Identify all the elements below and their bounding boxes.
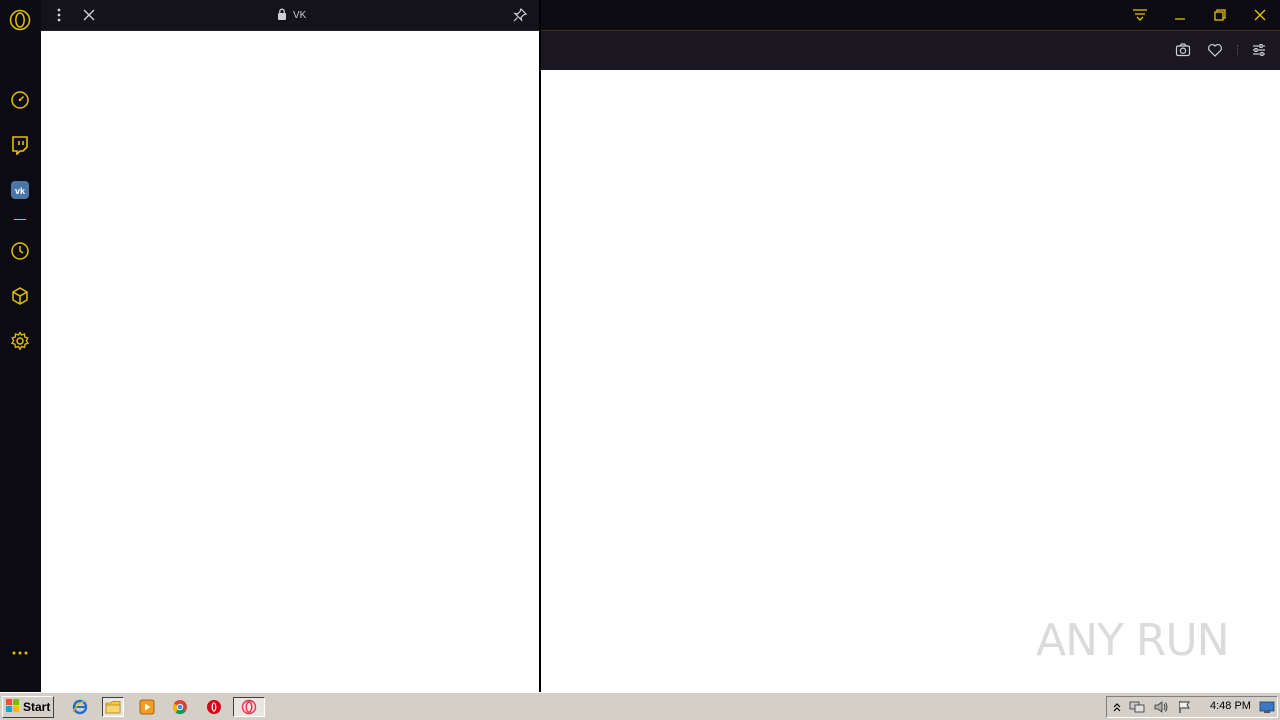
media-player-icon[interactable] bbox=[136, 697, 158, 717]
start-label: Start bbox=[23, 700, 51, 714]
easy-setup-icon[interactable] bbox=[1129, 5, 1151, 25]
speed-dial-icon[interactable] bbox=[8, 88, 32, 112]
minimize-icon[interactable] bbox=[1169, 5, 1191, 25]
svg-text:vk: vk bbox=[15, 186, 26, 196]
extensions-cube-icon[interactable] bbox=[8, 284, 32, 308]
more-dots-icon[interactable] bbox=[8, 640, 32, 664]
menu-kebab-icon[interactable] bbox=[49, 5, 69, 25]
opera-icon[interactable] bbox=[203, 697, 225, 717]
close-icon[interactable] bbox=[79, 5, 99, 25]
restore-icon[interactable] bbox=[1209, 5, 1231, 25]
desktop-screen: vk VK ANY RUN Start 4:48 PM bbox=[0, 0, 1280, 720]
system-tray: 4:48 PM bbox=[1106, 696, 1278, 718]
browser-toolbar bbox=[541, 31, 1280, 70]
pin-icon[interactable] bbox=[510, 5, 530, 25]
vk-icon[interactable]: vk bbox=[8, 178, 32, 202]
show-hidden-icons-icon[interactable] bbox=[1108, 699, 1126, 715]
toolbar-separator bbox=[1237, 45, 1238, 55]
snapshot-camera-icon[interactable] bbox=[1173, 40, 1193, 60]
volume-icon[interactable] bbox=[1152, 699, 1170, 715]
lock-icon bbox=[277, 8, 287, 23]
settings-gear-icon[interactable] bbox=[8, 329, 32, 353]
bookmark-heart-icon[interactable] bbox=[1205, 40, 1225, 60]
close-window-icon[interactable] bbox=[1249, 5, 1271, 25]
browser-sidebar: vk bbox=[0, 0, 41, 692]
window-titlebar bbox=[541, 0, 1280, 31]
chrome-icon[interactable] bbox=[169, 697, 191, 717]
windows-taskbar: Start 4:48 PM bbox=[0, 692, 1280, 720]
easy-setup-sliders-icon[interactable] bbox=[1249, 40, 1269, 60]
panel-title: VK bbox=[293, 9, 307, 21]
action-center-flag-icon[interactable] bbox=[1176, 699, 1194, 715]
network-icon[interactable] bbox=[1128, 699, 1146, 715]
page-content[interactable] bbox=[541, 70, 1280, 692]
start-button[interactable]: Start bbox=[2, 696, 54, 718]
internet-explorer-icon[interactable] bbox=[69, 697, 91, 717]
sidebar-web-panel: VK bbox=[41, 0, 541, 692]
opera-gx-taskbar-icon[interactable] bbox=[233, 697, 265, 717]
windows-logo-icon bbox=[6, 698, 20, 716]
file-explorer-icon[interactable] bbox=[102, 697, 124, 717]
sidebar-divider bbox=[14, 219, 26, 220]
twitch-icon[interactable] bbox=[8, 133, 32, 157]
panel-address[interactable]: VK bbox=[277, 8, 306, 22]
panel-header: VK bbox=[41, 0, 539, 31]
show-desktop-icon[interactable] bbox=[1258, 699, 1276, 715]
anyrun-watermark: ANY RUN bbox=[1036, 608, 1236, 672]
history-icon[interactable] bbox=[8, 239, 32, 263]
opera-gx-logo-icon[interactable] bbox=[8, 8, 32, 32]
taskbar-clock[interactable]: 4:48 PM bbox=[1210, 700, 1251, 712]
watermark-text: ANY RUN bbox=[1036, 614, 1230, 666]
